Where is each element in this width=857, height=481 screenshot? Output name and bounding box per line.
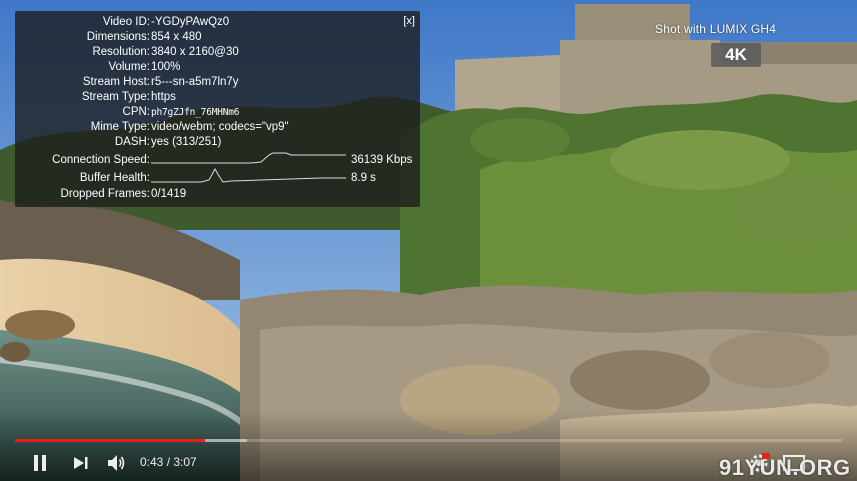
stat-label: Connection Speed:	[52, 154, 150, 166]
stat-row-cpn: CPN: ph7gZJfn_76MHNm6	[15, 105, 420, 120]
stat-value: 0/1419	[151, 188, 187, 200]
stat-row-video-id: Video ID: -YGDyPAwQz0	[15, 15, 420, 30]
stat-row-volume: Volume: 100%	[15, 60, 420, 75]
stat-row-buffer-health: Buffer Health: 8.9 s	[15, 167, 420, 186]
stat-label: Mime Type:	[90, 121, 150, 133]
stat-row-resolution: Resolution: 3840 x 2160@30	[15, 45, 420, 60]
stat-label: Stream Host:	[82, 76, 150, 88]
stat-label: Dimensions:	[86, 31, 150, 43]
stat-value: -YGDyPAwQz0	[151, 16, 230, 28]
time-separator: /	[163, 455, 174, 469]
progress-bar[interactable]	[15, 439, 842, 442]
stat-value: 3840 x 2160@30	[151, 46, 239, 58]
stat-value: 36139 Kbps	[351, 154, 413, 166]
stat-value: 854 x 480	[151, 31, 202, 43]
time-display: 0:43 / 3:07	[140, 455, 197, 469]
stat-label: Dropped Frames:	[60, 188, 150, 200]
site-watermark: 91YUN.ORG	[719, 455, 851, 480]
stat-value: yes (313/251)	[151, 136, 222, 148]
stat-row-mime-type: Mime Type: video/webm; codecs="vp9"	[15, 120, 420, 135]
stat-row-dimensions: Dimensions: 854 x 480	[15, 30, 420, 45]
stat-value: 100%	[151, 61, 181, 73]
stat-row-dash: DASH: yes (313/251)	[15, 135, 420, 150]
video-player[interactable]: [x] Video ID: -YGDyPAwQz0 Dimensions: 85…	[0, 0, 857, 481]
stat-row-stream-type: Stream Type: https	[15, 90, 420, 105]
stat-value: video/webm; codecs="vp9"	[151, 121, 289, 133]
stat-value: https	[151, 91, 176, 103]
duration: 3:07	[173, 455, 197, 469]
next-icon[interactable]	[73, 456, 89, 470]
stat-label: Resolution:	[92, 46, 150, 58]
played-progress	[15, 439, 206, 442]
pause-icon[interactable]	[31, 454, 49, 472]
volume-icon[interactable]	[107, 454, 127, 472]
buffer-health-graph	[151, 167, 346, 183]
stat-label: Stream Type:	[81, 91, 150, 103]
stat-label: Video ID:	[102, 16, 150, 28]
stat-value: r5---sn-a5m7ln7y	[151, 76, 239, 88]
stat-value: ph7gZJfn_76MHNm6	[151, 107, 240, 118]
current-time: 0:43	[140, 455, 164, 469]
stat-label: Volume:	[108, 61, 150, 73]
stat-label: Buffer Health:	[79, 172, 150, 184]
stat-label: CPN:	[122, 106, 150, 118]
stat-value: 8.9 s	[351, 172, 376, 184]
stat-row-dropped-frames: Dropped Frames: 0/1419	[15, 187, 420, 202]
4k-badge: 4K	[711, 43, 761, 67]
camera-watermark-text: Shot with LUMIX GH4	[655, 22, 777, 36]
stat-label: DASH:	[114, 136, 150, 148]
stats-for-nerds-panel: [x] Video ID: -YGDyPAwQz0 Dimensions: 85…	[15, 11, 420, 207]
stat-row-stream-host: Stream Host: r5---sn-a5m7ln7y	[15, 75, 420, 90]
